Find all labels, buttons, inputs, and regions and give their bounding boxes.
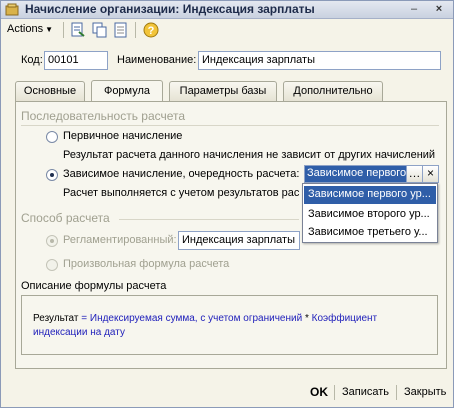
dropdown-option[interactable]: Зависимое первого ур... (304, 186, 436, 204)
tab-main[interactable]: Основные (15, 81, 85, 101)
window-title: Начисление организации: Индексация зарпл… (25, 2, 315, 16)
arbitrary-formula-label: Произвольная формула расчета (63, 258, 230, 270)
svg-text:?: ? (148, 25, 155, 37)
name-field[interactable]: Индексация зарплаты (198, 51, 441, 70)
divider (21, 125, 439, 126)
regulated-formula-field[interactable]: Индексация зарплаты (178, 231, 300, 250)
name-label: Наименование: (117, 54, 197, 66)
dependent-accrual-radio[interactable] (46, 169, 58, 181)
dropdown-option[interactable]: Зависимое второго ур... (304, 206, 436, 224)
select-button[interactable]: … (406, 165, 423, 183)
dropdown-option[interactable]: Зависимое третьего у... (304, 224, 436, 242)
help-icon[interactable]: ? (143, 22, 159, 38)
footer-separator (396, 385, 397, 400)
primary-accrual-radio[interactable] (46, 131, 58, 143)
sequence-section-title: Последовательность расчета (21, 109, 186, 123)
regulated-label: Регламентированный: (63, 234, 177, 246)
post-document-icon[interactable] (70, 22, 86, 38)
calc-order-combobox[interactable]: Зависимое первого (304, 165, 407, 183)
formula-description-box: Результат = Индексируемая сумма, с учето… (21, 295, 438, 355)
arbitrary-formula-radio[interactable] (46, 259, 58, 271)
formula-result-word: Результат (33, 313, 79, 324)
formula-description-title: Описание формулы расчета (21, 280, 167, 292)
footer-bar: OK Записать Закрыть (1, 379, 453, 407)
title-bar: Начисление организации: Индексация зарпл… (1, 1, 453, 19)
calc-order-dropdown: Зависимое первого ур... Зависимое второг… (302, 183, 438, 243)
toolbar-separator (135, 22, 136, 38)
close-window-button[interactable]: × (431, 3, 447, 16)
code-field[interactable]: 00101 (44, 51, 108, 70)
form-window: Начисление организации: Индексация зарпл… (0, 0, 454, 408)
tab-additional[interactable]: Дополнительно (283, 81, 383, 101)
dependent-accrual-note: Расчет выполняется с учетом результатов … (63, 187, 300, 199)
list-icon[interactable] (113, 22, 129, 38)
footer-separator (334, 385, 335, 400)
minimize-button[interactable]: – (406, 3, 422, 16)
copy-icon[interactable] (92, 22, 108, 38)
tab-base-parameters[interactable]: Параметры базы (169, 81, 277, 101)
primary-accrual-label[interactable]: Первичное начисление (63, 130, 182, 142)
code-label: Код: (21, 54, 43, 66)
clear-button[interactable]: × (422, 165, 439, 183)
actions-menu-button[interactable]: Actions ▼ (7, 23, 53, 35)
ok-button[interactable]: OK (310, 385, 328, 399)
formula-description-text: Результат = Индексируемая сумма, с учето… (33, 312, 423, 340)
save-button[interactable]: Записать (342, 386, 389, 398)
formula-operator: = (78, 313, 90, 324)
actions-label: Actions (7, 23, 44, 35)
app-icon (5, 3, 19, 16)
regulated-radio[interactable] (46, 235, 58, 247)
toolbar-separator (63, 22, 64, 38)
close-button[interactable]: Закрыть (404, 386, 446, 398)
dependent-accrual-label[interactable]: Зависимое начисление, очередность расчет… (63, 168, 299, 180)
formula-part: Индексируемая сумма, с учетом ограничени… (89, 313, 303, 324)
divider (119, 219, 299, 220)
toolbar: Actions ▼ ? (1, 19, 453, 41)
method-section-title: Способ расчета (21, 211, 110, 225)
formula-operator: * (302, 313, 312, 324)
chevron-down-icon: ▼ (45, 25, 53, 34)
tab-formula[interactable]: Формула (91, 80, 163, 101)
calc-order-value: Зависимое первого (305, 166, 406, 182)
primary-accrual-note: Результат расчета данного начисления не … (63, 149, 436, 161)
